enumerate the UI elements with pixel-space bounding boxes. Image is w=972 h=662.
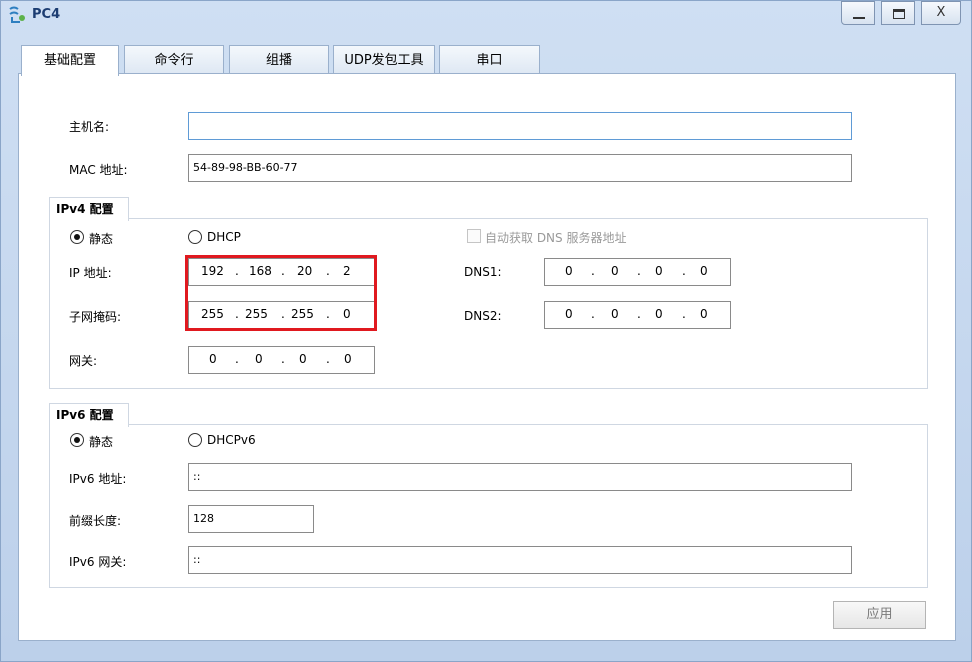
mac-field[interactable]: 54-89-98-BB-60-77 xyxy=(188,154,852,182)
dns1-field[interactable]: 0 . 0 . 0 . 0 xyxy=(544,258,731,286)
dns1-octet-4: 0 xyxy=(700,264,708,278)
ipv6-dhcp-label: DHCPv6 xyxy=(207,433,256,447)
tab-multicast[interactable]: 组播 xyxy=(229,45,329,75)
gw-octet-1: 0 xyxy=(209,352,217,366)
ipv4-dhcp-label: DHCP xyxy=(207,230,241,244)
ipv6-static-radio[interactable] xyxy=(70,433,84,447)
minimize-button[interactable] xyxy=(841,1,875,25)
ipv4-static-radio[interactable] xyxy=(70,230,84,244)
radio-selected-icon xyxy=(74,234,80,240)
auto-dns-label: 自动获取 DNS 服务器地址 xyxy=(485,231,627,245)
ipv4-group-title: IPv4 配置 xyxy=(49,197,129,221)
dns2-octet-2: 0 xyxy=(611,307,619,321)
dns1-dot-1: . xyxy=(591,264,595,278)
dns1-dot-3: . xyxy=(682,264,686,278)
ipv6-gateway-label: IPv6 网关: xyxy=(69,555,127,569)
ipv6-gateway-field[interactable]: :: xyxy=(188,546,852,574)
dns2-field[interactable]: 0 . 0 . 0 . 0 xyxy=(544,301,731,329)
dns2-dot-2: . xyxy=(637,307,641,321)
radio-selected-icon xyxy=(74,437,80,443)
gw-octet-3: 0 xyxy=(299,352,307,366)
tab-udp-tool[interactable]: UDP发包工具 xyxy=(333,45,435,75)
ipv6-dhcp-radio[interactable] xyxy=(188,433,202,447)
dns2-dot-1: . xyxy=(591,307,595,321)
gateway-label: 网关: xyxy=(69,354,98,368)
auto-dns-checkbox[interactable] xyxy=(467,229,481,243)
dns1-label: DNS1: xyxy=(464,265,502,279)
dns2-label: DNS2: xyxy=(464,309,502,323)
gateway-field[interactable]: 0 . 0 . 0 . 0 xyxy=(188,346,375,374)
dns1-octet-1: 0 xyxy=(565,264,573,278)
title-bar[interactable]: PC4 xyxy=(1,1,971,31)
gw-dot-2: . xyxy=(281,352,285,366)
ipv6-group-title: IPv6 配置 xyxy=(49,403,129,427)
gw-octet-2: 0 xyxy=(255,352,263,366)
pc4-window: PC4 X 基础配置 命令行 组播 UDP发包工具 串口 主机名: MAC 地址… xyxy=(0,0,972,662)
maximize-button[interactable] xyxy=(881,1,915,25)
hostname-input[interactable] xyxy=(188,112,852,140)
app-icon xyxy=(9,6,25,23)
dns2-octet-4: 0 xyxy=(700,307,708,321)
prefix-length-label: 前缀长度: xyxy=(69,514,122,528)
dns2-octet-3: 0 xyxy=(655,307,663,321)
ipv6-static-label: 静态 xyxy=(89,435,114,449)
dns1-octet-2: 0 xyxy=(611,264,619,278)
window-title: PC4 xyxy=(32,7,61,22)
ip-address-label: IP 地址: xyxy=(69,266,112,280)
ipv4-dhcp-radio[interactable] xyxy=(188,230,202,244)
highlight-box xyxy=(185,255,377,331)
close-button[interactable]: X xyxy=(921,1,961,25)
mac-label: MAC 地址: xyxy=(69,163,128,177)
dns1-octet-3: 0 xyxy=(655,264,663,278)
subnet-mask-label: 子网掩码: xyxy=(69,310,122,324)
gw-dot-3: . xyxy=(326,352,330,366)
minimize-icon xyxy=(853,17,865,19)
tab-command-line[interactable]: 命令行 xyxy=(124,45,224,75)
tab-serial[interactable]: 串口 xyxy=(439,45,540,75)
hostname-label: 主机名: xyxy=(69,120,110,134)
ipv4-static-label: 静态 xyxy=(89,232,114,246)
maximize-icon xyxy=(893,9,905,19)
ipv6-address-label: IPv6 地址: xyxy=(69,472,127,486)
tab-basic-config[interactable]: 基础配置 xyxy=(21,45,119,76)
apply-button[interactable]: 应用 xyxy=(833,601,926,629)
dns1-dot-2: . xyxy=(637,264,641,278)
gw-dot-1: . xyxy=(235,352,239,366)
gw-octet-4: 0 xyxy=(344,352,352,366)
dns2-octet-1: 0 xyxy=(565,307,573,321)
ipv6-address-field[interactable]: :: xyxy=(188,463,852,491)
prefix-length-field[interactable]: 128 xyxy=(188,505,314,533)
dns2-dot-3: . xyxy=(682,307,686,321)
